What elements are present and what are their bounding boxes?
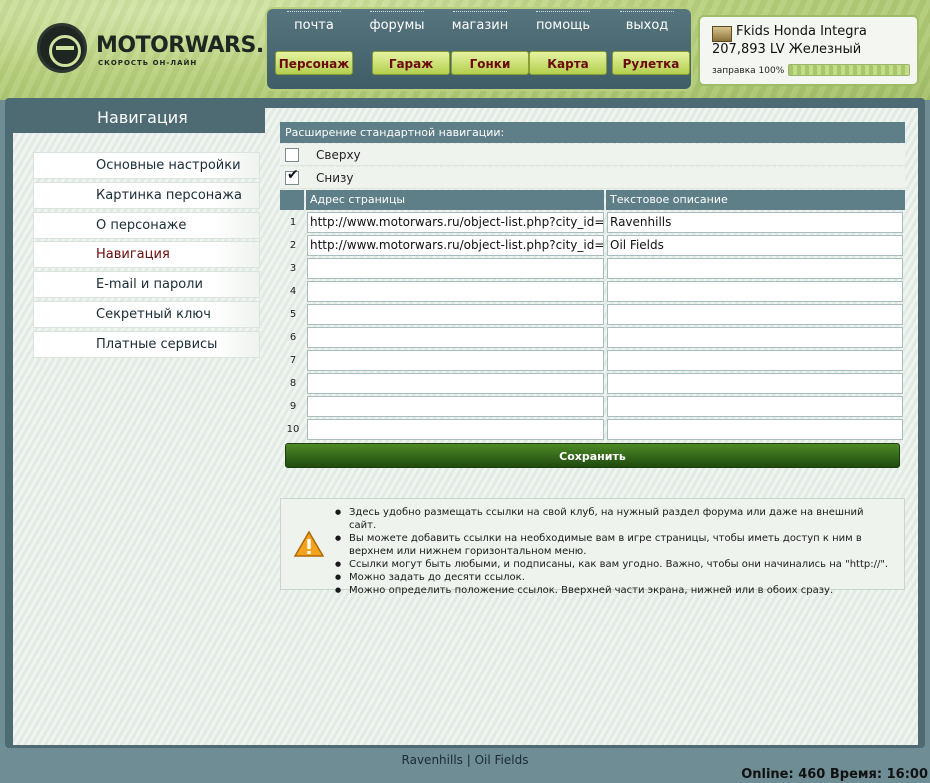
text-input[interactable] — [607, 396, 903, 417]
column-header-number — [280, 190, 304, 210]
info-item: Здесь удобно размещать ссылки на свой кл… — [333, 506, 893, 532]
row-number: 1 — [289, 217, 297, 228]
info-item: Ссылки могут быть любыми, и подписаны, к… — [333, 558, 893, 571]
footer-links[interactable]: Ravenhills | Oil Fields — [0, 753, 930, 767]
save-button[interactable]: Сохранить — [285, 443, 900, 468]
url-input[interactable] — [307, 373, 604, 394]
car-panel: Fkids Honda Integra 207,893 LV Железный … — [698, 15, 919, 86]
text-input[interactable] — [607, 281, 903, 302]
car-name[interactable]: Fkids Honda Integra — [736, 24, 867, 39]
footer-status: Online: 460 Время: 16:00 — [741, 767, 928, 782]
url-input[interactable]: http://www.motorwars.ru/object-list.php?… — [307, 212, 604, 233]
row-number: 2 — [289, 240, 297, 251]
option-bottom-label: Снизу — [316, 171, 354, 185]
column-header-text: Текстовое описание — [606, 190, 905, 210]
sidebar-item-about[interactable]: О персонаже — [33, 212, 260, 239]
checkbox-top[interactable] — [285, 148, 299, 162]
text-input[interactable] — [607, 327, 903, 348]
row-number: 9 — [289, 401, 297, 412]
fuel-fill — [789, 65, 909, 75]
form-header: Расширение стандартной навигации: — [280, 122, 905, 143]
row-number: 5 — [289, 309, 297, 320]
text-input[interactable] — [607, 304, 903, 325]
info-list: Здесь удобно размещать ссылки на свой кл… — [333, 506, 893, 597]
car-class-icon — [712, 26, 732, 42]
nav-link-logout[interactable]: выход — [608, 11, 686, 33]
character-button[interactable]: Персонаж — [275, 51, 353, 75]
logo-subtitle: СКОРОСТЬ ОН-ЛАЙН — [98, 59, 198, 67]
url-input[interactable] — [307, 396, 604, 417]
column-header-url: Адрес страницы — [306, 190, 604, 210]
nav-link-shop[interactable]: магазин — [441, 11, 519, 33]
info-item: Можно определить положение ссылок. Вверх… — [333, 584, 893, 597]
url-input[interactable] — [307, 327, 604, 348]
text-input[interactable]: Oil Fields — [607, 235, 903, 256]
url-input[interactable] — [307, 258, 604, 279]
option-bottom[interactable]: ✔ Снизу — [280, 167, 905, 189]
text-input[interactable] — [607, 419, 903, 440]
map-button[interactable]: Карта — [529, 51, 607, 75]
row-number: 7 — [289, 355, 297, 366]
url-input[interactable] — [307, 419, 604, 440]
sidebar-item-main-settings[interactable]: Основные настройки — [33, 152, 260, 179]
row-number: 10 — [286, 424, 300, 435]
sidebar-title: Навигация — [97, 108, 188, 127]
nav-link-mail[interactable]: почта — [275, 11, 353, 33]
row-number: 8 — [289, 378, 297, 389]
warning-icon — [294, 530, 324, 557]
roulette-button[interactable]: Рулетка — [612, 51, 690, 75]
option-top-label: Сверху — [316, 148, 361, 162]
row-number: 3 — [289, 263, 297, 274]
checkbox-bottom[interactable]: ✔ — [285, 167, 299, 185]
sidebar-item-character-picture[interactable]: Картинка персонажа — [33, 182, 260, 209]
url-input[interactable] — [307, 281, 604, 302]
races-button[interactable]: Гонки — [451, 51, 529, 75]
sidebar-item-navigation[interactable]: Навигация — [33, 241, 260, 268]
sidebar-item-secret-key[interactable]: Секретный ключ — [33, 301, 260, 328]
sidebar-item-email[interactable]: E-mail и пароли — [33, 271, 260, 298]
text-input[interactable] — [607, 350, 903, 371]
info-box: Здесь удобно размещать ссылки на свой кл… — [280, 498, 905, 597]
option-top[interactable]: Сверху — [280, 144, 905, 166]
text-input[interactable]: Ravenhills — [607, 212, 903, 233]
url-input[interactable]: http://www.motorwars.ru/object-list.php?… — [307, 235, 604, 256]
row-number: 4 — [289, 286, 297, 297]
sidebar-item-paid-services[interactable]: Платные сервисы — [33, 331, 260, 358]
fuel-label: заправка 100% — [712, 66, 785, 76]
sidebar-title-tab: Навигация — [13, 99, 265, 133]
nav-link-forums[interactable]: форумы — [358, 11, 436, 33]
info-item: Можно задать до десяти ссылок. — [333, 571, 893, 584]
url-input[interactable] — [307, 350, 604, 371]
car-money: 207,893 LV Железный — [712, 42, 862, 57]
garage-button[interactable]: Гараж — [372, 51, 450, 75]
text-input[interactable] — [607, 373, 903, 394]
url-input[interactable] — [307, 304, 604, 325]
row-number: 6 — [289, 332, 297, 343]
info-item: Вы можете добавить ссылки на необходимые… — [333, 532, 893, 558]
text-input[interactable] — [607, 258, 903, 279]
nav-link-help[interactable]: помощь — [524, 11, 602, 33]
fuel-bar — [788, 64, 910, 76]
logo-icon[interactable] — [37, 23, 87, 73]
